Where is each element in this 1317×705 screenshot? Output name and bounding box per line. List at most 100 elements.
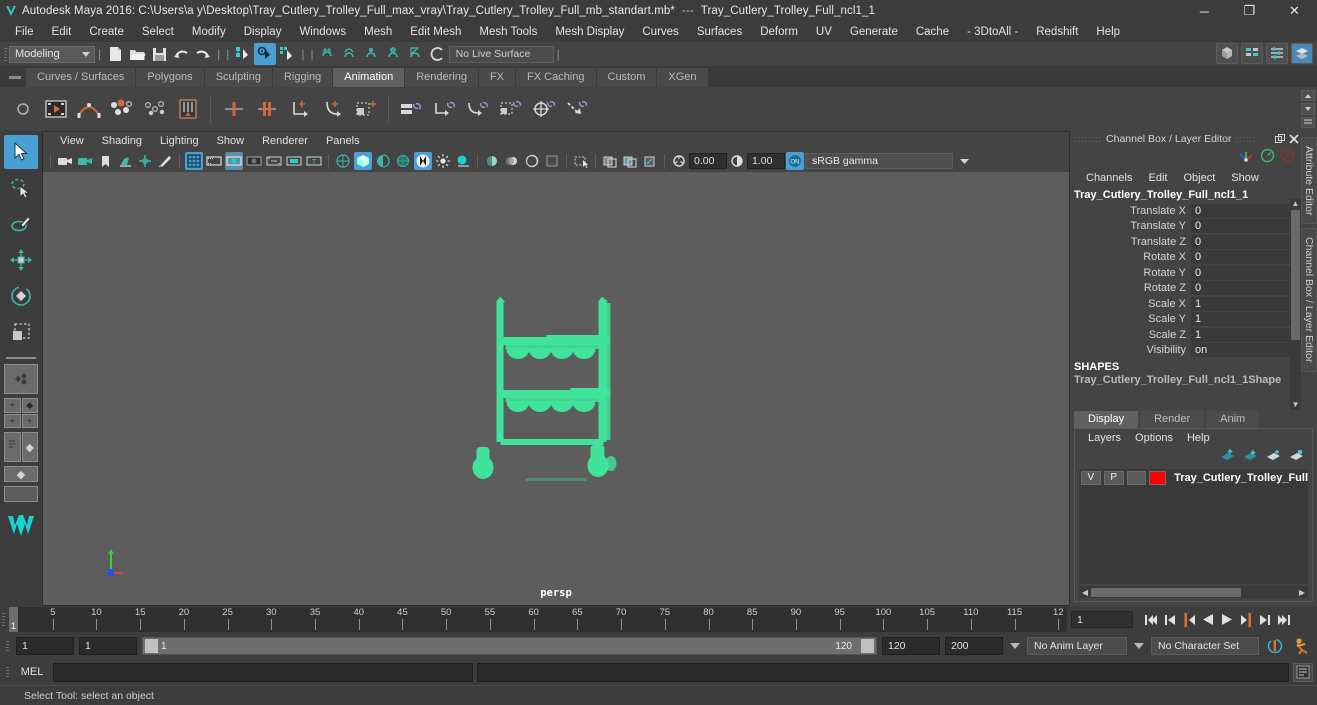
- viewport-menu-panels[interactable]: Panels: [317, 132, 369, 150]
- gamma-icon[interactable]: [728, 152, 746, 170]
- range-slider[interactable]: 1 120: [142, 637, 877, 655]
- use-default-lighting-icon[interactable]: [434, 152, 452, 170]
- move-layer-down-icon[interactable]: [1243, 449, 1258, 465]
- undo-icon[interactable]: [170, 43, 192, 65]
- menu-display[interactable]: Display: [235, 22, 291, 42]
- menu-curves[interactable]: Curves: [633, 22, 687, 42]
- menu-select[interactable]: Select: [133, 22, 183, 42]
- outliner-persp-layout[interactable]: ◆: [4, 466, 38, 482]
- shelf-scroll-down-icon[interactable]: [1301, 103, 1315, 115]
- show-hide-tool-settings-icon[interactable]: [1266, 43, 1288, 64]
- shelf-tab-fx[interactable]: FX: [478, 68, 516, 87]
- shelf-tab-rigging[interactable]: Rigging: [272, 68, 333, 87]
- layer-tab-render[interactable]: Render: [1140, 411, 1205, 428]
- move-layer-up-icon[interactable]: [1220, 449, 1235, 465]
- motion-blur-icon[interactable]: [503, 152, 521, 170]
- select-tool[interactable]: [4, 135, 38, 169]
- select-camera-icon[interactable]: [56, 152, 74, 170]
- undock-icon[interactable]: [1273, 132, 1287, 146]
- viewport-menu-lighting[interactable]: Lighting: [151, 132, 208, 150]
- select-by-object-icon[interactable]: [254, 43, 277, 65]
- character-set-selector[interactable]: No Character Set: [1151, 637, 1259, 655]
- viewport-menu-view[interactable]: View: [51, 132, 93, 150]
- menu-deform[interactable]: Deform: [751, 22, 807, 42]
- grease-pencil-icon[interactable]: [156, 152, 174, 170]
- snap-to-view-plane-icon[interactable]: [405, 43, 427, 65]
- layer-visibility-toggle[interactable]: V: [1081, 470, 1101, 485]
- menu-generate[interactable]: Generate: [841, 22, 907, 42]
- channel-box-scrollbar[interactable]: ▲ ▼: [1290, 199, 1301, 410]
- channel-value[interactable]: 1: [1191, 296, 1301, 311]
- constraint-parent-icon[interactable]: [395, 92, 428, 126]
- channel-box-menu-edit[interactable]: Edit: [1140, 172, 1175, 184]
- layer-list-horizontal-scrollbar[interactable]: ◀ ▶: [1079, 586, 1308, 598]
- ghost-icon[interactable]: [138, 92, 171, 126]
- make-live-icon[interactable]: [427, 43, 449, 65]
- layer-menu-options[interactable]: Options: [1128, 432, 1180, 444]
- current-time-indicator[interactable]: 1: [9, 607, 18, 632]
- menu-3dtoall[interactable]: - 3DtoAll -: [958, 22, 1027, 42]
- menu-edit[interactable]: Edit: [43, 22, 81, 42]
- new-layer-from-selected-icon[interactable]: [1289, 449, 1304, 465]
- wireframe-on-shaded-icon[interactable]: [394, 152, 412, 170]
- channel-row-rotate-z[interactable]: Rotate Z 0: [1070, 281, 1301, 297]
- time-slider[interactable]: 1 5 10 15 20 25 30 35 40 45 50 55 60 65 70 75 80 85 90 95 1…: [9, 607, 1067, 632]
- image-plane-icon[interactable]: [116, 152, 134, 170]
- menuset-selector[interactable]: Modeling: [9, 45, 95, 63]
- anim-layer-chevron-down-icon[interactable]: [1008, 637, 1022, 655]
- range-row-grip[interactable]: [4, 635, 11, 657]
- playback-start-time-field[interactable]: 1: [79, 637, 137, 655]
- two-d-pan-zoom-icon[interactable]: [136, 152, 154, 170]
- manipulator-axis-icon[interactable]: [1237, 149, 1255, 166]
- exposure-field[interactable]: 0.00: [689, 153, 727, 169]
- bookmark-icon[interactable]: [96, 152, 114, 170]
- shelf-collapse-handle[interactable]: [4, 68, 26, 87]
- layer-name[interactable]: Tray_Cutlery_Trolley_Full: [1169, 472, 1308, 484]
- single-perspective-layout[interactable]: [4, 364, 38, 394]
- character-set-chevron-down-icon[interactable]: [1132, 637, 1146, 655]
- channel-box-attribute-list[interactable]: Tray_Cutlery_Trolley_Full_ncl1_1 Transla…: [1070, 187, 1301, 410]
- layer-row[interactable]: V P Tray_Cutlery_Trolley_Full: [1079, 469, 1308, 486]
- menu-uv[interactable]: UV: [807, 22, 841, 42]
- multisample-aa-icon[interactable]: [523, 152, 541, 170]
- hscroll-thumb[interactable]: [1091, 587, 1241, 597]
- play-backwards-icon[interactable]: [1199, 610, 1217, 630]
- side-tab-channel-box[interactable]: Channel Box / Layer Editor: [1301, 228, 1317, 372]
- film-gate-icon[interactable]: [205, 152, 223, 170]
- shelf-tab-custom[interactable]: Custom: [596, 68, 657, 87]
- constraint-orient-icon[interactable]: [461, 92, 494, 126]
- channel-row-translate-y[interactable]: Translate Y 0: [1070, 219, 1301, 235]
- shelf-menu-icon[interactable]: [1301, 116, 1315, 128]
- animation-end-time-field[interactable]: 200: [945, 637, 1003, 655]
- channel-box-menu-object[interactable]: Object: [1175, 172, 1223, 184]
- layer-tab-anim[interactable]: Anim: [1206, 411, 1260, 428]
- current-frame-field[interactable]: 1: [1071, 611, 1133, 628]
- rotate-tool[interactable]: [4, 279, 38, 313]
- lasso-select-tool[interactable]: [4, 171, 38, 205]
- channel-value[interactable]: on: [1191, 343, 1301, 358]
- menu-edit-mesh[interactable]: Edit Mesh: [401, 22, 470, 42]
- two-pane-split-layout[interactable]: ◆: [4, 432, 38, 462]
- shelf-tab-animation[interactable]: Animation: [333, 68, 405, 87]
- layer-type-toggle[interactable]: [1126, 470, 1147, 485]
- new-layer-icon[interactable]: [1266, 449, 1281, 465]
- isolate-select-icon[interactable]: [572, 152, 590, 170]
- channel-value[interactable]: 0: [1191, 281, 1301, 296]
- shelf-options-icon[interactable]: [6, 92, 39, 126]
- channel-box-menu-show[interactable]: Show: [1223, 172, 1267, 184]
- status-line-grip[interactable]: [2, 43, 9, 65]
- panel-grip-right[interactable]: ::::::: [1232, 134, 1261, 144]
- constraint-aim-icon[interactable]: [527, 92, 560, 126]
- gamma-field[interactable]: 1.00: [747, 153, 785, 169]
- gate-mask-icon[interactable]: [245, 152, 263, 170]
- command-line-grip[interactable]: [4, 661, 11, 683]
- step-back-frame-icon[interactable]: [1180, 610, 1198, 630]
- shelf-scroll-up-icon[interactable]: [1301, 90, 1315, 102]
- menu-surfaces[interactable]: Surfaces: [688, 22, 751, 42]
- shelf-tab-rendering[interactable]: Rendering: [405, 68, 478, 87]
- step-forward-keyframe-icon[interactable]: [1256, 610, 1274, 630]
- command-language-label[interactable]: MEL: [15, 666, 49, 678]
- shelf-tab-fx-caching[interactable]: FX Caching: [516, 68, 596, 87]
- viewport-menu-show[interactable]: Show: [208, 132, 254, 150]
- shelf-tab-xgen[interactable]: XGen: [657, 68, 708, 87]
